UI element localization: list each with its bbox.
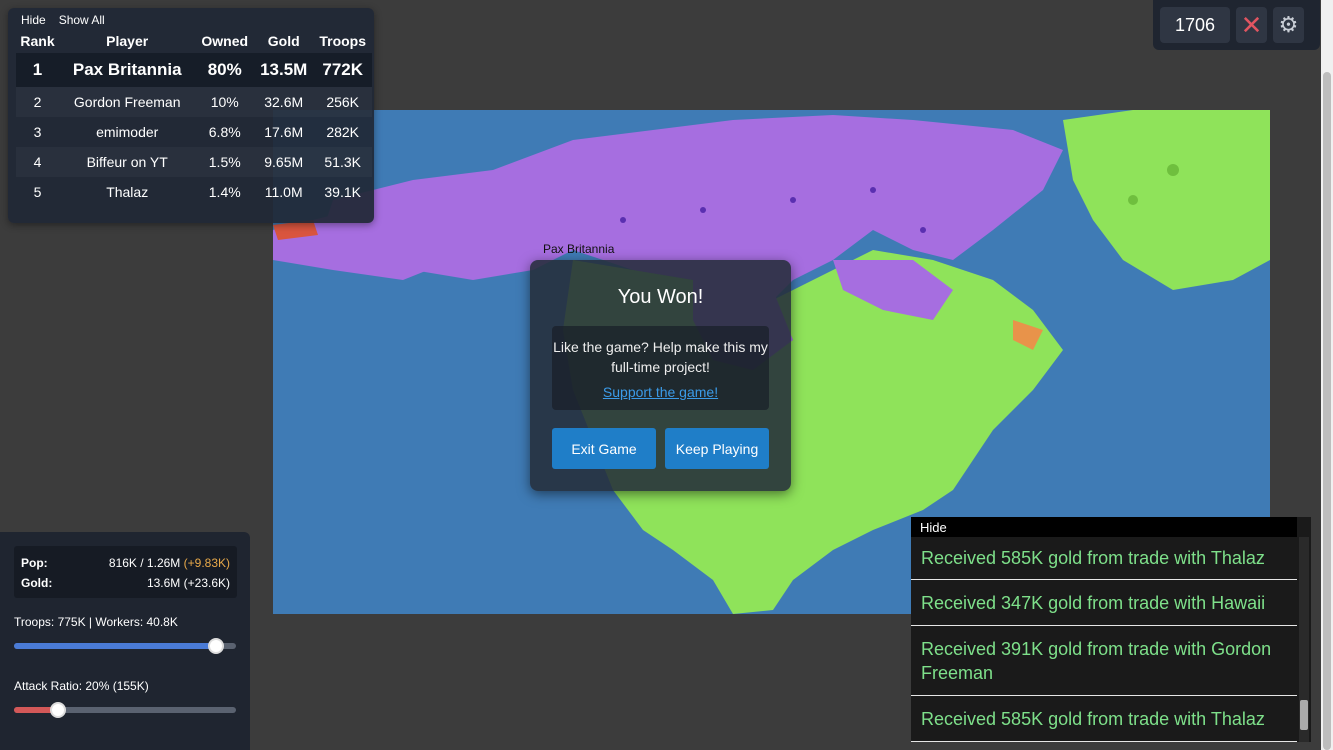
row-rank: 1 (16, 53, 59, 87)
row-rank: 4 (16, 147, 59, 177)
header-owned[interactable]: Owned (195, 29, 254, 53)
row-player: Pax Britannia (58, 53, 196, 87)
win-modal: You Won! Like the game? Help make this m… (530, 260, 791, 491)
attack-ratio-slider[interactable] (14, 702, 236, 718)
row-gold: 13.5M (254, 53, 314, 87)
leaderboard-hide-button[interactable]: Hide (21, 13, 46, 27)
keep-playing-button[interactable]: Keep Playing (665, 428, 769, 469)
troop-ratio-slider[interactable] (14, 638, 236, 654)
stats-box: Pop: 816K / 1.26M (+9.83K) Gold: 13.6M (… (14, 546, 237, 598)
pop-value: 816K / 1.26M (108, 556, 181, 570)
support-message-box: Like the game? Help make this my full-ti… (552, 326, 769, 410)
row-owned: 6.8% (208, 124, 241, 140)
pop-row: Pop: 816K / 1.26M (+9.83K) (21, 553, 230, 573)
events-scrollbar-thumb[interactable] (1300, 700, 1308, 730)
leaderboard-header-row: Rank Player Owned Gold Troops (16, 29, 372, 53)
gold-label: Gold: (21, 576, 53, 590)
row-troops: 772K (313, 53, 372, 87)
attack-ratio-text: Attack Ratio: 20% (155K) (14, 679, 149, 693)
row-rank: 2 (16, 87, 59, 117)
close-icon[interactable]: ✕ (1236, 7, 1267, 43)
row-gold: 17.6M (264, 124, 304, 140)
leaderboard-row[interactable]: 4 Biffeur on YT 1.5% 9.65M 51.3K (16, 147, 372, 177)
row-owned: 1.5% (195, 147, 254, 177)
pop-label: Pop: (21, 556, 48, 570)
support-link[interactable]: Support the game! (552, 382, 769, 402)
gear-icon[interactable]: ⚙ (1273, 7, 1304, 43)
leaderboard-row[interactable]: 5 Thalaz 1.4% 11.0M 39.1K (16, 177, 372, 207)
row-troops: 51.3K (313, 147, 372, 177)
row-rank: 3 (33, 124, 42, 140)
row-player: emimoder (96, 124, 159, 140)
troop-slider-handle[interactable] (208, 638, 224, 654)
events-scrollbar[interactable] (1299, 537, 1309, 742)
support-message: Like the game? Help make this my full-ti… (553, 339, 768, 375)
leaderboard-panel: Hide Show All Rank Player Owned Gold Tro… (8, 8, 374, 223)
event-item: Received 391K gold from trade with Gordo… (911, 626, 1297, 696)
row-troops: 282K (326, 124, 360, 140)
attack-slider-handle[interactable] (50, 702, 66, 718)
map-player-label: Pax Britannia (543, 242, 615, 256)
row-player: Thalaz (106, 184, 149, 200)
gold-row: Gold: 13.6M (+23.6K) (21, 573, 230, 593)
troops-text: Troops: 775K | Workers: 40.8K (14, 615, 178, 629)
row-troops: 256K (313, 87, 372, 117)
row-gold: 32.6M (254, 87, 313, 117)
events-panel: Hide Received 585K gold from trade with … (911, 517, 1311, 742)
troop-slider-fill (14, 643, 216, 649)
leaderboard-row[interactable]: 1 Pax Britannia 80% 13.5M 772K (16, 53, 372, 87)
pop-value-group: 816K / 1.26M (+9.83K) (109, 556, 230, 570)
row-troops: 39.1K (324, 184, 361, 200)
row-owned: 10% (195, 87, 254, 117)
header-rank[interactable]: Rank (16, 29, 59, 53)
page-scrollbar-thumb[interactable] (1323, 72, 1331, 750)
pop-increase: (+9.83K) (183, 556, 230, 570)
row-player: Gordon Freeman (59, 87, 195, 117)
event-item: Received 585K gold from trade with Thala… (911, 696, 1297, 742)
gold-value: 13.6M (+23.6K) (146, 576, 230, 590)
game-timer: 1706 (1160, 7, 1230, 43)
leaderboard-row[interactable]: 2 Gordon Freeman 10% 32.6M 256K (16, 87, 372, 117)
row-owned: 1.4% (208, 184, 241, 200)
row-owned: 80% (195, 53, 255, 87)
header-gold[interactable]: Gold (254, 29, 313, 53)
header-troops[interactable]: Troops (313, 29, 372, 53)
row-player: Biffeur on YT (59, 147, 195, 177)
leaderboard-table: Rank Player Owned Gold Troops 1 Pax Brit… (16, 29, 372, 207)
exit-game-button[interactable]: Exit Game (552, 428, 656, 469)
page-scrollbar[interactable] (1321, 0, 1333, 750)
events-hide-button[interactable]: Hide (911, 517, 1297, 537)
row-gold: 11.0M (264, 184, 303, 200)
event-item: Received 585K gold from trade with Thala… (911, 537, 1297, 580)
control-panel: Pop: 816K / 1.26M (+9.83K) Gold: 13.6M (… (0, 532, 250, 750)
header-player[interactable]: Player (59, 29, 195, 53)
row-gold: 9.65M (254, 147, 313, 177)
event-item: Received 347K gold from trade with Hawai… (911, 580, 1297, 626)
win-title: You Won! (617, 286, 704, 308)
top-controls: 1706 ✕ ⚙ (1153, 0, 1320, 50)
leaderboard-row[interactable]: 3 emimoder 6.8% 17.6M 282K (16, 117, 372, 147)
row-rank: 5 (33, 184, 42, 200)
leaderboard-show-all-button[interactable]: Show All (59, 13, 105, 27)
